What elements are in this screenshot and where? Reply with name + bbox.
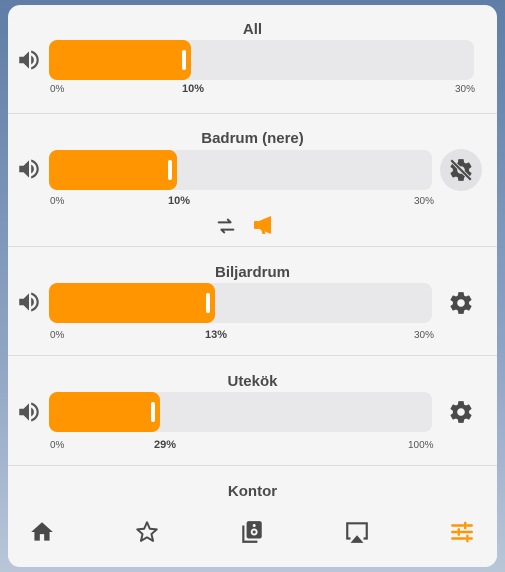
airplay-icon (346, 522, 368, 543)
room-title: Kontor (227, 483, 278, 500)
swap-arrows-icon[interactable] (215, 215, 237, 237)
sliders-icon (451, 521, 473, 543)
volume-fill (49, 283, 215, 323)
slider-value-label: 10% (167, 195, 191, 207)
slider-value-label: 10% (181, 83, 205, 95)
slider-min-label: 0% (50, 330, 65, 341)
room-section-badrum: Badrum (nere) 0% 10% 30% (8, 113, 497, 247)
slider-max-label: 30% (455, 84, 476, 95)
room-title: Biljardrum (214, 264, 290, 281)
slider-max-label: 30% (414, 196, 435, 207)
volume-slider[interactable] (49, 283, 432, 323)
volume-fill (49, 392, 160, 432)
speaker-library-icon (242, 521, 262, 543)
slider-handle[interactable] (182, 50, 186, 70)
gear-icon (450, 401, 472, 423)
volume-slider[interactable] (49, 150, 432, 190)
gear-icon (450, 292, 472, 314)
speaker-icon[interactable] (16, 47, 42, 73)
tab-mixer[interactable] (447, 517, 477, 547)
room-title: Utekök (227, 373, 278, 390)
slider-handle[interactable] (151, 402, 155, 422)
bottom-tab-bar (8, 499, 497, 567)
tab-favorites[interactable] (132, 517, 162, 547)
room-section-utekok: Utekök 0% 29% 100% (8, 355, 497, 466)
slider-min-label: 0% (50, 196, 65, 207)
slider-min-label: 0% (50, 84, 65, 95)
volume-slider[interactable] (49, 392, 432, 432)
slider-handle[interactable] (168, 160, 172, 180)
room-title: Badrum (nere) (201, 130, 304, 147)
slider-value-label: 29% (153, 439, 177, 451)
volume-fill (49, 40, 191, 80)
room-section-biljardrum: Biljardrum 0% 13% 30% (8, 246, 497, 356)
slider-value-label: 13% (204, 329, 228, 341)
speaker-icon[interactable] (16, 156, 42, 182)
slider-min-label: 0% (50, 440, 65, 451)
volume-panel: All 0% 10% 30% Badrum (nere) 0% 10% 30% … (8, 5, 497, 567)
megaphone-icon[interactable] (252, 213, 276, 237)
settings-off-button[interactable] (440, 149, 482, 191)
slider-max-label: 100% (408, 440, 434, 451)
room-title: All (242, 21, 263, 38)
slider-max-label: 30% (414, 330, 435, 341)
speaker-icon[interactable] (16, 289, 42, 315)
tab-airplay[interactable] (342, 517, 372, 547)
speaker-icon[interactable] (16, 399, 42, 425)
room-section-all: All 0% 10% 30% (8, 5, 497, 114)
slider-handle[interactable] (206, 293, 210, 313)
tab-library[interactable] (237, 517, 267, 547)
room-settings-button[interactable] (441, 283, 481, 323)
volume-slider[interactable] (49, 40, 474, 80)
home-icon (31, 522, 53, 541)
settings-off-icon (449, 158, 473, 182)
volume-fill (49, 150, 177, 190)
tab-home[interactable] (27, 517, 57, 547)
star-icon (136, 521, 158, 542)
room-settings-button[interactable] (441, 392, 481, 432)
